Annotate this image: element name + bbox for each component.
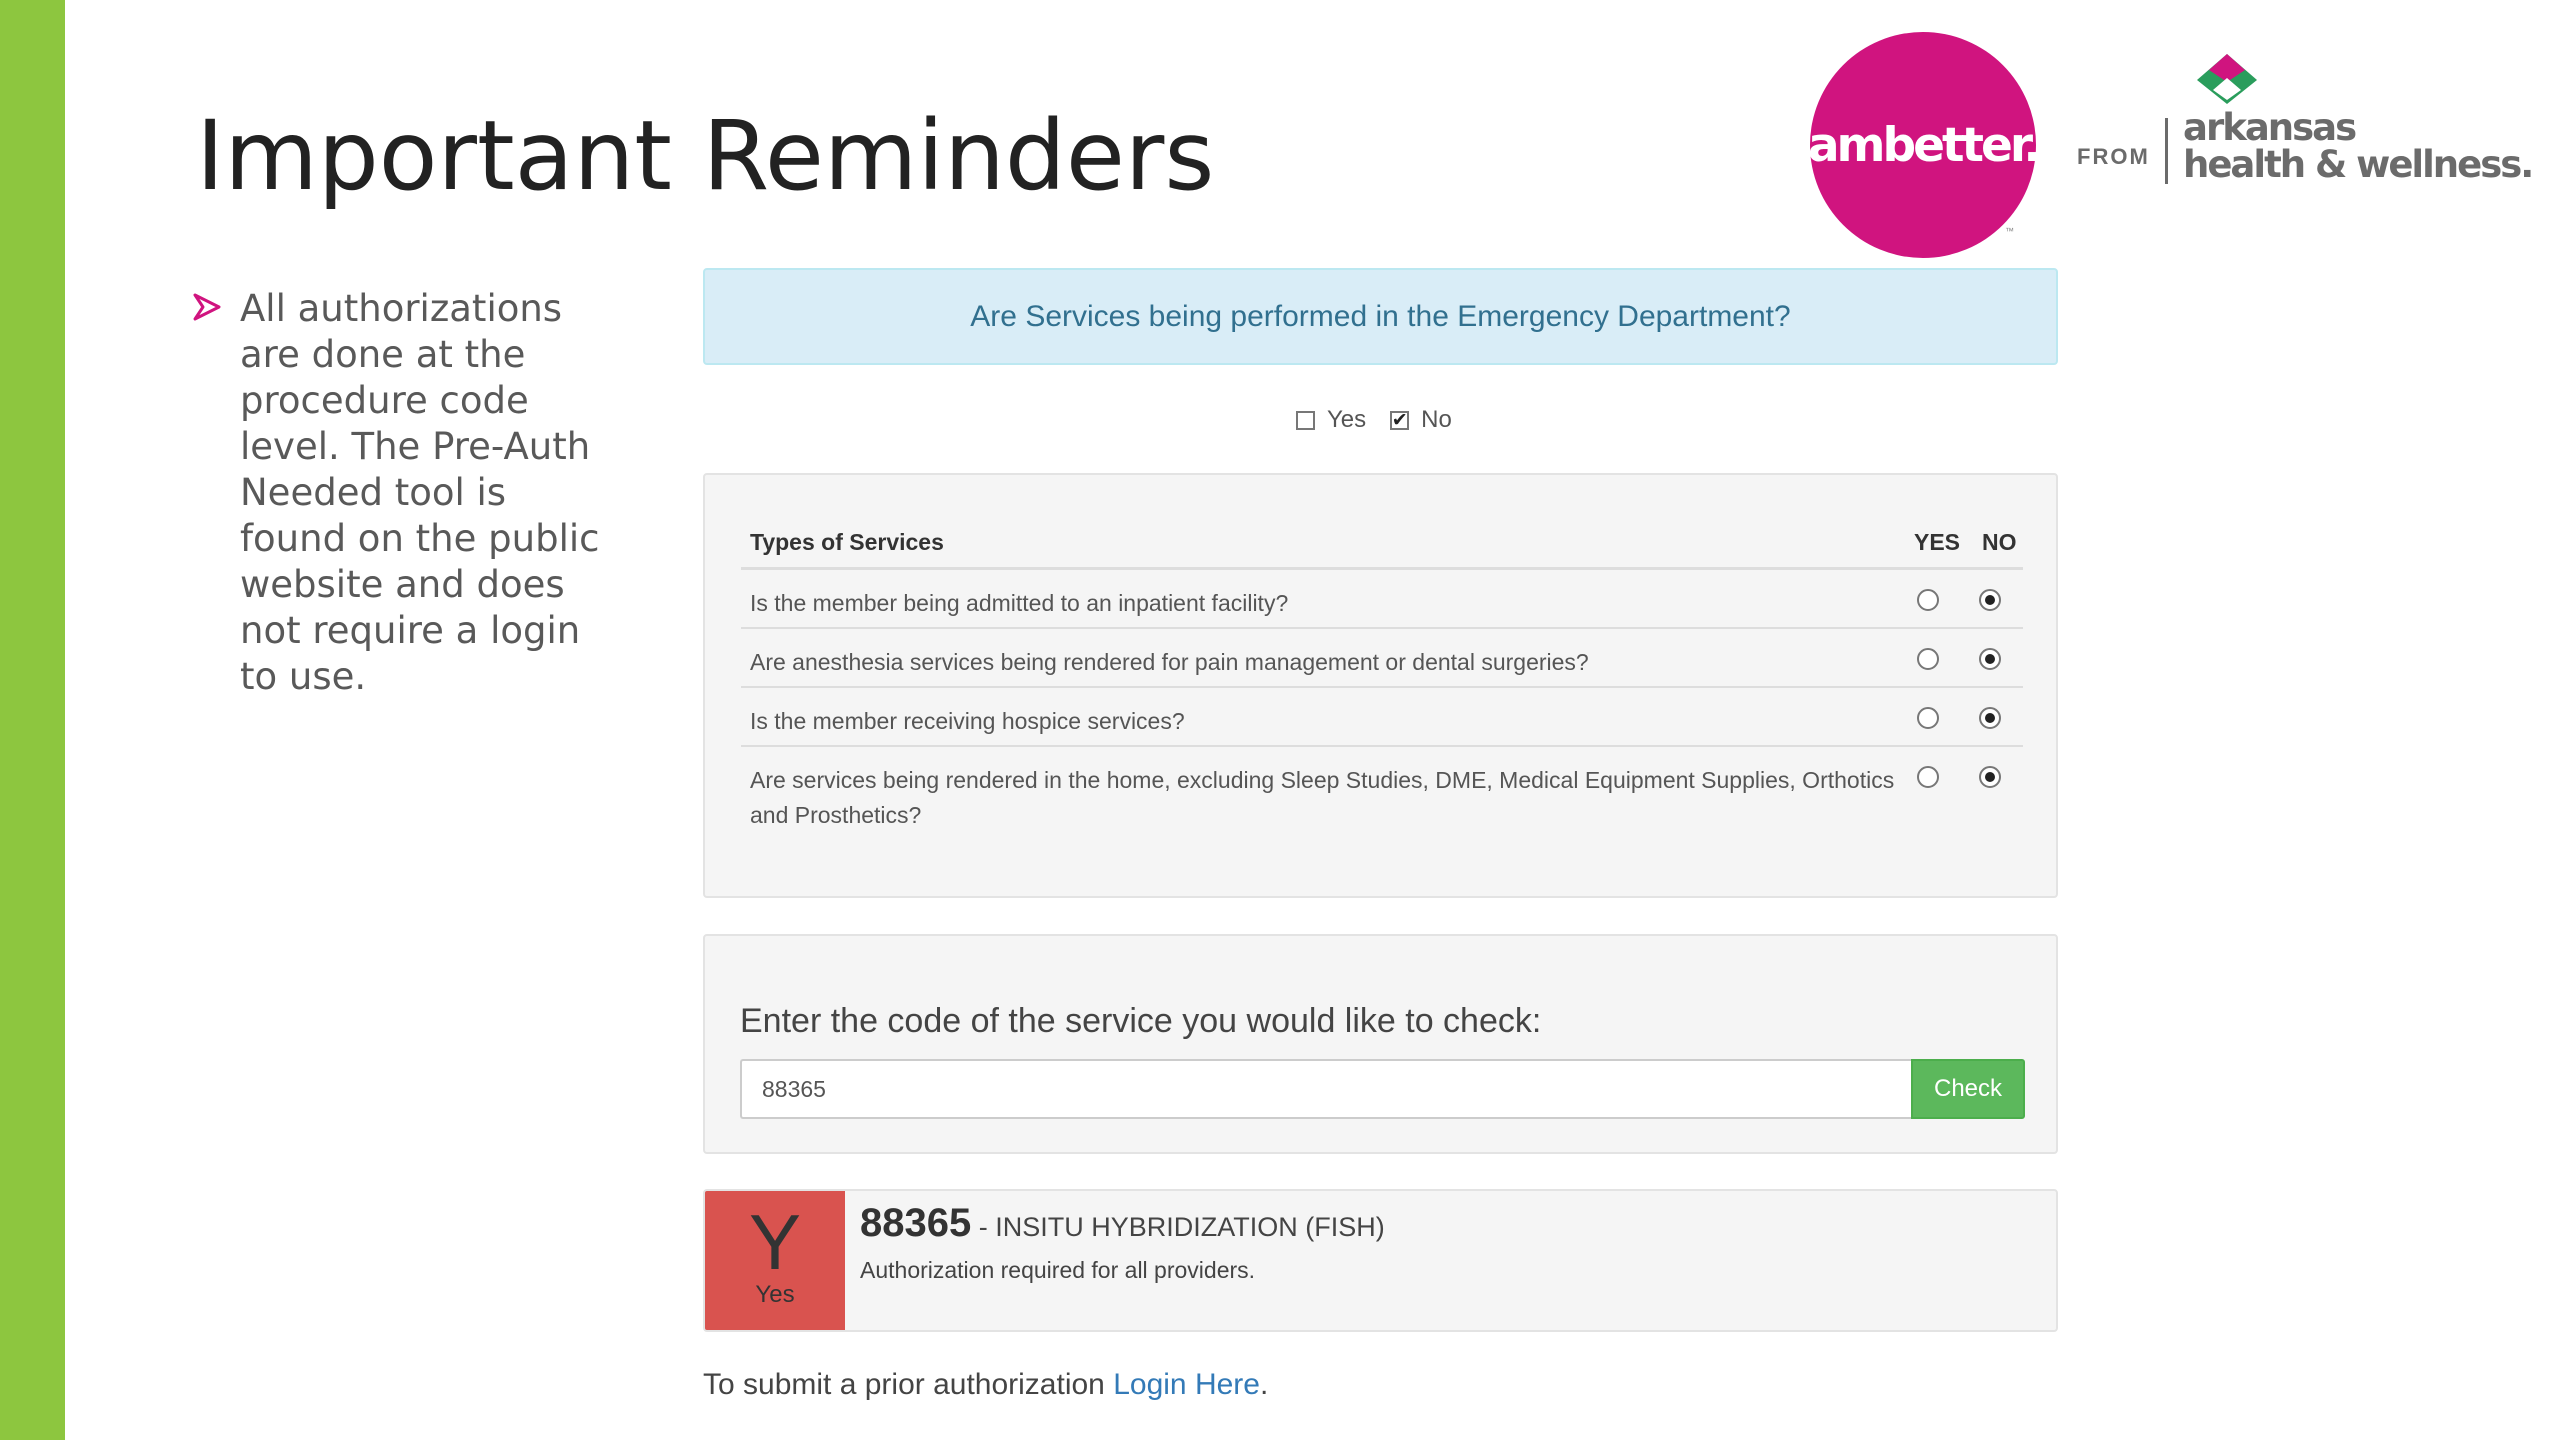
logo-trademark: ™ bbox=[2005, 226, 2014, 236]
result-title: 88365 - INSITU HYBRIDIZATION (FISH) bbox=[860, 1201, 1385, 1246]
emergency-no-label: No bbox=[1421, 406, 1452, 433]
emergency-no-checkbox[interactable]: ✔ bbox=[1390, 409, 1410, 431]
result-description: - INSITU HYBRIDIZATION (FISH) bbox=[971, 1212, 1385, 1242]
table-row: Are services being rendered in the home,… bbox=[741, 747, 2023, 845]
check-button[interactable]: Check bbox=[1911, 1059, 2025, 1119]
result-code: 88365 bbox=[860, 1201, 972, 1245]
slide-accent-bar bbox=[0, 0, 65, 1440]
result-status-badge: Y Yes bbox=[705, 1191, 845, 1330]
result-letter: Y bbox=[748, 1198, 802, 1286]
logo-from-text: FROM bbox=[2077, 144, 2150, 169]
services-table: Types of Services YES NO Is the member b… bbox=[741, 511, 2023, 845]
table-row: Is the member being admitted to an inpat… bbox=[741, 570, 2023, 629]
services-header-label: Types of Services bbox=[750, 529, 944, 555]
emergency-question-alert: Are Services being performed in the Emer… bbox=[703, 268, 2058, 365]
result-badge-label: Yes bbox=[755, 1281, 795, 1308]
service-question: Are services being rendered in the home,… bbox=[750, 767, 1895, 828]
yes-column-header: YES bbox=[1914, 529, 1961, 555]
code-check-panel: Enter the code of the service you would … bbox=[703, 934, 2058, 1154]
diamond-icon bbox=[2197, 54, 2257, 104]
yes-radio[interactable] bbox=[1917, 766, 1939, 788]
result-panel: Y Yes 88365 - INSITU HYBRIDIZATION (FISH… bbox=[703, 1189, 2058, 1332]
table-row: Are anesthesia services being rendered f… bbox=[741, 629, 2023, 688]
no-radio[interactable] bbox=[1979, 707, 2001, 729]
checkmark-icon: ✔ bbox=[1391, 409, 1408, 431]
yes-radio[interactable] bbox=[1917, 648, 1939, 670]
no-radio[interactable] bbox=[1979, 589, 2001, 611]
service-question: Is the member receiving hospice services… bbox=[750, 708, 1185, 734]
submit-prompt: To submit a prior authorization Login He… bbox=[703, 1368, 1268, 1402]
services-panel: Types of Services YES NO Is the member b… bbox=[703, 473, 2058, 898]
login-link[interactable]: Login Here bbox=[1113, 1368, 1260, 1401]
yes-radio[interactable] bbox=[1917, 707, 1939, 729]
arrow-bullet-icon bbox=[193, 293, 221, 321]
code-prompt-label: Enter the code of the service you would … bbox=[740, 1002, 1542, 1040]
yes-radio[interactable] bbox=[1917, 589, 1939, 611]
table-row: Is the member receiving hospice services… bbox=[741, 688, 2023, 747]
services-table-header: Types of Services YES NO bbox=[741, 511, 2023, 570]
service-question: Are anesthesia services being rendered f… bbox=[750, 649, 1589, 675]
service-question: Is the member being admitted to an inpat… bbox=[750, 590, 1289, 616]
emergency-answer-group: Yes ✔ No bbox=[1296, 406, 1452, 434]
result-note: Authorization required for all providers… bbox=[860, 1257, 1256, 1283]
slide-title: Important Reminders bbox=[196, 100, 1215, 212]
emergency-question: Are Services being performed in the Emer… bbox=[970, 299, 1791, 333]
submit-suffix: . bbox=[1259, 1368, 1269, 1401]
no-radio[interactable] bbox=[1979, 766, 2001, 788]
emergency-yes-label: Yes bbox=[1327, 406, 1367, 433]
logo-brand-text: ambetter. bbox=[1807, 117, 2041, 173]
no-column-header: NO bbox=[1982, 529, 2017, 555]
no-radio[interactable] bbox=[1979, 648, 2001, 670]
logo-divider bbox=[2165, 118, 2168, 184]
logo-partner-line2: health & wellness. bbox=[2183, 143, 2534, 186]
ambetter-logo: ambetter. bbox=[1807, 32, 2041, 258]
bullet-text: All authorizations are done at the proce… bbox=[240, 287, 600, 698]
submit-text: To submit a prior authorization bbox=[703, 1368, 1114, 1401]
service-code-input[interactable] bbox=[740, 1059, 1912, 1119]
emergency-yes-checkbox[interactable] bbox=[1296, 410, 1315, 430]
